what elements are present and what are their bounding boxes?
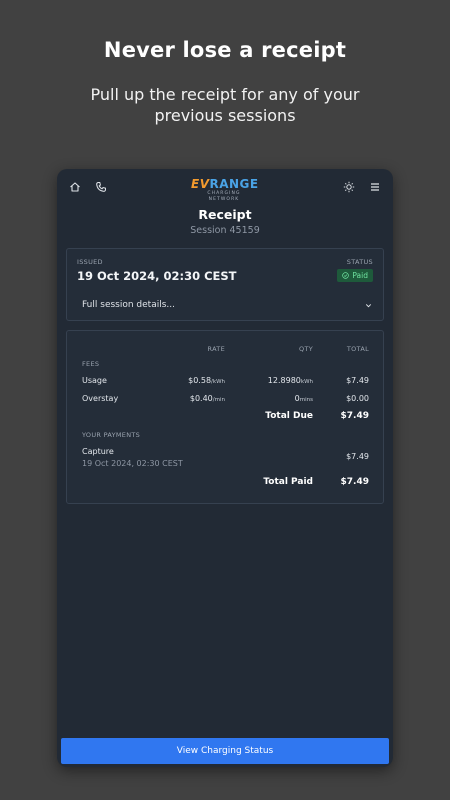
session-number: Session 45159 bbox=[190, 225, 260, 236]
col-header-total: TOTAL bbox=[346, 345, 369, 353]
receipt-summary-card: ISSUED 19 Oct 2024, 02:30 CEST STATUS Pa… bbox=[66, 248, 384, 321]
receipt-title: Receipt bbox=[198, 207, 252, 222]
menu-icon[interactable] bbox=[367, 179, 383, 195]
promo-headline: Never lose a receipt bbox=[103, 38, 347, 62]
status-badge: Paid bbox=[337, 269, 373, 282]
sun-icon[interactable] bbox=[341, 179, 357, 195]
col-header-rate: RATE bbox=[207, 345, 225, 353]
chevron-down-icon bbox=[365, 303, 372, 307]
top-bar: EVRANGE CHARGING NETWORK bbox=[57, 169, 393, 205]
status-value: Paid bbox=[352, 271, 368, 280]
payment-amount: $7.49 bbox=[346, 452, 369, 461]
payment-name: Capture bbox=[82, 447, 114, 456]
issued-label: ISSUED bbox=[77, 258, 103, 266]
fee-rate: $0.40/min bbox=[189, 394, 225, 403]
fee-name: Overstay bbox=[82, 394, 119, 403]
fees-section-label: FEES bbox=[82, 360, 100, 368]
fee-total: $7.49 bbox=[346, 376, 369, 385]
payments-section-label: YOUR PAYMENTS bbox=[82, 431, 141, 439]
fee-qty: 12.8980kWh bbox=[267, 376, 313, 385]
fee-rate: $0.58/kWh bbox=[188, 376, 225, 385]
total-paid-amount: $7.49 bbox=[340, 477, 369, 487]
phone-icon[interactable] bbox=[93, 179, 109, 195]
fee-qty: 0mins bbox=[294, 394, 313, 403]
payment-date: 19 Oct 2024, 02:30 CEST bbox=[82, 459, 183, 468]
view-charging-status-button[interactable]: View Charging Status bbox=[61, 738, 389, 764]
total-due-label: Total Due bbox=[265, 411, 313, 421]
fees-card: RATE QTY TOTAL FEES Usage $0.58/kWh 12.8… bbox=[66, 330, 384, 504]
check-circle-icon bbox=[342, 272, 350, 279]
total-paid-label: Total Paid bbox=[263, 477, 313, 487]
home-icon[interactable] bbox=[67, 179, 83, 195]
issued-date: 19 Oct 2024, 02:30 CEST bbox=[77, 269, 237, 283]
fee-name: Usage bbox=[82, 376, 107, 385]
status-label: STATUS bbox=[346, 258, 373, 266]
total-due-amount: $7.49 bbox=[340, 411, 369, 421]
evrange-logo: EVRANGE CHARGING NETWORK bbox=[191, 177, 259, 203]
app-screen: EVRANGE CHARGING NETWORK Receipt Session… bbox=[57, 169, 393, 767]
fee-total: $0.00 bbox=[346, 394, 369, 403]
col-header-qty: QTY bbox=[299, 345, 313, 353]
full-session-details-toggle[interactable]: Full session details... bbox=[77, 296, 373, 314]
details-label: Full session details... bbox=[82, 300, 175, 310]
promo-subline: Pull up the receipt for any of your prev… bbox=[90, 85, 360, 125]
